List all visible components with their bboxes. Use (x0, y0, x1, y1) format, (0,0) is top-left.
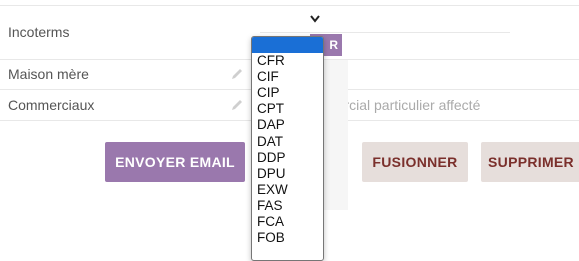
send-email-button[interactable]: ENVOYER EMAIL (105, 142, 245, 182)
overlay-shadow (324, 60, 348, 210)
dropdown-option[interactable] (252, 37, 323, 54)
merge-button[interactable]: FUSIONNER (362, 142, 468, 182)
row-divider (0, 5, 579, 6)
dropdown-option[interactable]: DAP (252, 117, 323, 133)
dropdown-option[interactable]: DAT (252, 134, 323, 150)
pencil-icon[interactable] (230, 67, 244, 81)
dropdown-option[interactable]: CIF (252, 69, 323, 85)
incoterms-label: Incoterms (8, 24, 70, 40)
dropdown-option[interactable]: FAS (252, 198, 323, 214)
dropdown-option[interactable]: CIP (252, 85, 323, 101)
dropdown-option[interactable]: DPU (252, 166, 323, 182)
dropdown-option[interactable]: DDP (252, 150, 323, 166)
dropdown-option[interactable]: FOB (252, 230, 323, 246)
delete-button[interactable]: SUPPRIMER (481, 142, 579, 182)
maison-mere-label: Maison mère (8, 66, 89, 82)
pencil-icon[interactable] (230, 98, 244, 112)
dropdown-option[interactable]: CPT (252, 101, 323, 117)
dropdown-option[interactable]: FCA (252, 214, 323, 230)
commerciaux-input[interactable]: mercial particulier affecté (325, 97, 480, 113)
incoterms-dropdown[interactable]: CFR CIF CIP CPT DAP DAT DDP DPU EXW FAS FCA FOB (251, 36, 324, 261)
dropdown-option[interactable]: EXW (252, 182, 323, 198)
dropdown-option[interactable]: CFR (252, 53, 323, 69)
chevron-down-icon[interactable] (310, 12, 320, 26)
select-underline (260, 32, 510, 33)
commerciaux-label: Commerciaux (8, 97, 95, 113)
